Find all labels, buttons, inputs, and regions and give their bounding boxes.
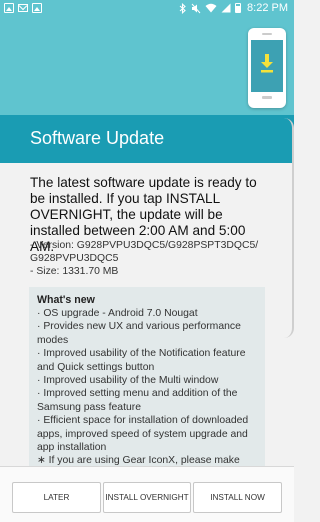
action-bar: LATER INSTALL OVERNIGHT INSTALL NOW — [0, 466, 294, 522]
whats-new-item: · Improved usability of the Notification… — [37, 348, 246, 373]
mail-icon — [18, 4, 28, 12]
install-now-button[interactable]: INSTALL NOW — [193, 482, 282, 513]
mute-icon — [191, 3, 201, 13]
battery-icon — [235, 3, 242, 13]
whats-new-panel: What's new · OS upgrade - Android 7.0 No… — [29, 287, 265, 466]
phone-home-button — [262, 96, 272, 99]
version-text: - Version: G928PVPU3DQC5/G928PSPT3DQC5/ … — [30, 240, 259, 264]
notification-icons — [4, 3, 42, 13]
system-icons: 8:22 PM — [179, 2, 288, 14]
phone-download-icon — [248, 28, 286, 108]
header: Software Update — [0, 18, 294, 163]
whats-new-title: What's new — [37, 294, 95, 306]
whats-new-item: · Provides new UX and various performanc… — [37, 321, 241, 346]
update-details[interactable]: The latest software update is ready to b… — [0, 163, 294, 466]
phone-speaker — [262, 33, 272, 35]
status-bar: 8:22 PM — [0, 0, 294, 18]
install-overnight-button[interactable]: INSTALL OVERNIGHT — [103, 482, 191, 513]
whats-new-item: · Efficient space for installation of do… — [37, 415, 249, 454]
whats-new-item: ∗ If you are using Gear IconX, please ma… — [37, 455, 240, 466]
clock: 8:22 PM — [247, 2, 288, 14]
signal-icon — [221, 3, 231, 13]
whats-new-item: · Improved setting menu and addition of … — [37, 388, 238, 413]
bluetooth-icon — [179, 2, 186, 14]
title-band: Software Update — [0, 115, 294, 163]
whats-new-item: · OS upgrade - Android 7.0 Nougat — [37, 308, 198, 319]
image-icon — [4, 3, 14, 13]
phone-screen — [251, 40, 283, 92]
later-button[interactable]: LATER — [12, 482, 101, 513]
wifi-icon — [205, 3, 217, 13]
download-icon — [261, 54, 273, 73]
whats-new-item: · Improved usability of the Multi window — [37, 375, 219, 387]
size-text: - Size: 1331.70 MB — [30, 266, 119, 277]
page-title: Software Update — [30, 128, 165, 148]
image-icon — [32, 3, 42, 13]
